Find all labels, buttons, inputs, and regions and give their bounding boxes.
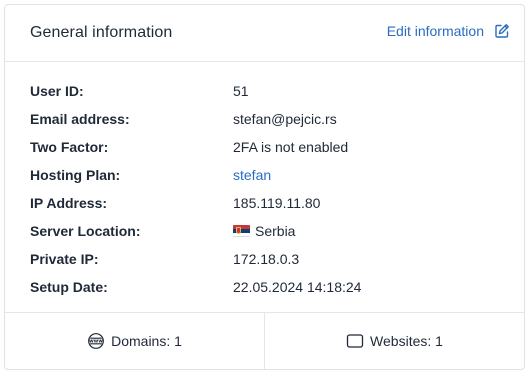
- setup-date-label: Setup Date:: [30, 279, 108, 295]
- hosting-plan-label: Hosting Plan:: [30, 167, 121, 183]
- info-row-ip-address: IP Address: 185.119.11.80: [30, 189, 510, 217]
- server-location-label: Server Location:: [30, 223, 141, 239]
- info-row-server-location: Server Location: Serbia: [30, 217, 510, 245]
- server-location-text: Serbia: [255, 223, 296, 239]
- edit-square-icon: [494, 23, 510, 39]
- browser-window-icon: [346, 333, 364, 349]
- websites-button[interactable]: Websites: 1: [264, 313, 524, 369]
- info-row-user-id: User ID: 51: [30, 77, 510, 105]
- card-footer: www Domains: 1 Websites: 1: [5, 312, 524, 369]
- ip-address-label: IP Address:: [30, 195, 108, 211]
- two-factor-value: 2FA is not enabled: [233, 139, 349, 155]
- server-location-value: Serbia: [233, 223, 295, 239]
- edit-information-label: Edit information: [386, 23, 484, 39]
- private-ip-value: 172.18.0.3: [233, 251, 300, 267]
- card-header: General information Edit information: [5, 5, 524, 62]
- hosting-plan-link[interactable]: stefan: [233, 167, 271, 183]
- info-row-email: Email address: stefan@pejcic.rs: [30, 105, 510, 133]
- edit-information-link[interactable]: Edit information: [387, 23, 510, 39]
- info-row-setup-date: Setup Date: 22.05.2024 14:18:24: [30, 273, 510, 301]
- info-row-hosting-plan: Hosting Plan: stefan: [30, 161, 510, 189]
- user-id-label: User ID:: [30, 83, 84, 99]
- info-row-private-ip: Private IP: 172.18.0.3: [30, 245, 510, 273]
- ip-address-value: 185.119.11.80: [233, 195, 321, 211]
- private-ip-label: Private IP:: [30, 251, 99, 267]
- two-factor-label: Two Factor:: [30, 139, 109, 155]
- general-information-card: General information Edit information Use…: [4, 4, 525, 370]
- user-id-value: 51: [233, 83, 249, 99]
- info-row-two-factor: Two Factor: 2FA is not enabled: [30, 133, 510, 161]
- domains-label: Domains: 1: [111, 333, 182, 349]
- domains-button[interactable]: www Domains: 1: [5, 313, 264, 369]
- card-title: General information: [30, 24, 173, 41]
- websites-label: Websites: 1: [370, 333, 443, 349]
- info-list: User ID: 51 Email address: stefan@pejcic…: [30, 77, 510, 301]
- www-globe-icon: www: [87, 332, 105, 350]
- setup-date-value: 22.05.2024 14:18:24: [233, 279, 362, 295]
- email-value: stefan@pejcic.rs: [233, 111, 337, 127]
- email-label: Email address:: [30, 111, 130, 127]
- serbia-flag-icon: [233, 225, 250, 237]
